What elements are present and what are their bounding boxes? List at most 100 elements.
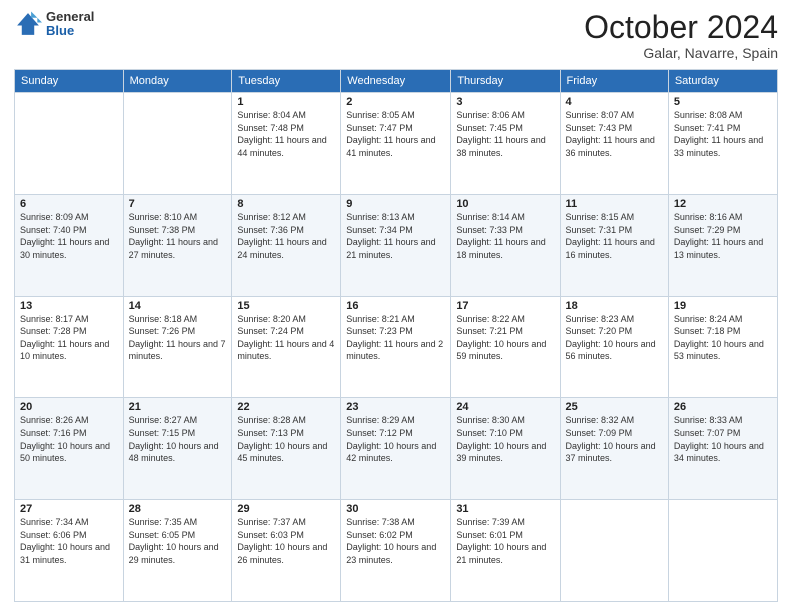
day-number: 5 bbox=[674, 96, 772, 108]
calendar-cell: 23Sunrise: 8:29 AM Sunset: 7:12 PM Dayli… bbox=[341, 398, 451, 500]
calendar-cell: 29Sunrise: 7:37 AM Sunset: 6:03 PM Dayli… bbox=[232, 500, 341, 602]
calendar-week-row: 27Sunrise: 7:34 AM Sunset: 6:06 PM Dayli… bbox=[15, 500, 778, 602]
day-info: Sunrise: 8:12 AM Sunset: 7:36 PM Dayligh… bbox=[237, 211, 335, 261]
day-info: Sunrise: 8:16 AM Sunset: 7:29 PM Dayligh… bbox=[674, 211, 772, 261]
col-sunday: Sunday bbox=[15, 70, 124, 93]
day-number: 11 bbox=[566, 198, 663, 210]
calendar-cell bbox=[560, 500, 668, 602]
day-number: 24 bbox=[456, 401, 554, 413]
calendar-cell: 14Sunrise: 8:18 AM Sunset: 7:26 PM Dayli… bbox=[123, 296, 232, 398]
day-info: Sunrise: 8:06 AM Sunset: 7:45 PM Dayligh… bbox=[456, 109, 554, 159]
day-number: 21 bbox=[129, 401, 227, 413]
day-info: Sunrise: 8:09 AM Sunset: 7:40 PM Dayligh… bbox=[20, 211, 118, 261]
calendar-header-row: Sunday Monday Tuesday Wednesday Thursday… bbox=[15, 70, 778, 93]
logo-blue-text: Blue bbox=[46, 24, 94, 38]
calendar-cell: 13Sunrise: 8:17 AM Sunset: 7:28 PM Dayli… bbox=[15, 296, 124, 398]
day-info: Sunrise: 8:29 AM Sunset: 7:12 PM Dayligh… bbox=[346, 414, 445, 464]
day-number: 29 bbox=[237, 503, 335, 515]
day-number: 4 bbox=[566, 96, 663, 108]
logo: General Blue bbox=[14, 10, 94, 39]
calendar-cell: 16Sunrise: 8:21 AM Sunset: 7:23 PM Dayli… bbox=[341, 296, 451, 398]
calendar-cell bbox=[15, 93, 124, 195]
day-number: 16 bbox=[346, 300, 445, 312]
logo-text: General Blue bbox=[46, 10, 94, 39]
calendar-week-row: 13Sunrise: 8:17 AM Sunset: 7:28 PM Dayli… bbox=[15, 296, 778, 398]
day-number: 31 bbox=[456, 503, 554, 515]
logo-general-text: General bbox=[46, 10, 94, 24]
day-info: Sunrise: 7:37 AM Sunset: 6:03 PM Dayligh… bbox=[237, 516, 335, 566]
col-tuesday: Tuesday bbox=[232, 70, 341, 93]
day-number: 15 bbox=[237, 300, 335, 312]
day-info: Sunrise: 8:18 AM Sunset: 7:26 PM Dayligh… bbox=[129, 313, 227, 363]
calendar-cell: 6Sunrise: 8:09 AM Sunset: 7:40 PM Daylig… bbox=[15, 194, 124, 296]
day-number: 2 bbox=[346, 96, 445, 108]
calendar-cell: 7Sunrise: 8:10 AM Sunset: 7:38 PM Daylig… bbox=[123, 194, 232, 296]
day-number: 30 bbox=[346, 503, 445, 515]
day-info: Sunrise: 8:33 AM Sunset: 7:07 PM Dayligh… bbox=[674, 414, 772, 464]
day-number: 26 bbox=[674, 401, 772, 413]
calendar-cell: 9Sunrise: 8:13 AM Sunset: 7:34 PM Daylig… bbox=[341, 194, 451, 296]
day-info: Sunrise: 8:21 AM Sunset: 7:23 PM Dayligh… bbox=[346, 313, 445, 363]
day-info: Sunrise: 7:35 AM Sunset: 6:05 PM Dayligh… bbox=[129, 516, 227, 566]
calendar-cell: 17Sunrise: 8:22 AM Sunset: 7:21 PM Dayli… bbox=[451, 296, 560, 398]
calendar-cell: 19Sunrise: 8:24 AM Sunset: 7:18 PM Dayli… bbox=[668, 296, 777, 398]
calendar-cell: 1Sunrise: 8:04 AM Sunset: 7:48 PM Daylig… bbox=[232, 93, 341, 195]
calendar: Sunday Monday Tuesday Wednesday Thursday… bbox=[14, 69, 778, 602]
day-info: Sunrise: 7:34 AM Sunset: 6:06 PM Dayligh… bbox=[20, 516, 118, 566]
calendar-week-row: 6Sunrise: 8:09 AM Sunset: 7:40 PM Daylig… bbox=[15, 194, 778, 296]
day-number: 22 bbox=[237, 401, 335, 413]
day-number: 27 bbox=[20, 503, 118, 515]
day-number: 6 bbox=[20, 198, 118, 210]
day-number: 17 bbox=[456, 300, 554, 312]
day-info: Sunrise: 7:39 AM Sunset: 6:01 PM Dayligh… bbox=[456, 516, 554, 566]
day-info: Sunrise: 8:10 AM Sunset: 7:38 PM Dayligh… bbox=[129, 211, 227, 261]
calendar-cell: 15Sunrise: 8:20 AM Sunset: 7:24 PM Dayli… bbox=[232, 296, 341, 398]
day-number: 28 bbox=[129, 503, 227, 515]
calendar-week-row: 20Sunrise: 8:26 AM Sunset: 7:16 PM Dayli… bbox=[15, 398, 778, 500]
col-monday: Monday bbox=[123, 70, 232, 93]
title-block: October 2024 Galar, Navarre, Spain bbox=[584, 10, 778, 61]
calendar-cell: 20Sunrise: 8:26 AM Sunset: 7:16 PM Dayli… bbox=[15, 398, 124, 500]
month-title: October 2024 bbox=[584, 10, 778, 45]
calendar-cell: 8Sunrise: 8:12 AM Sunset: 7:36 PM Daylig… bbox=[232, 194, 341, 296]
day-number: 9 bbox=[346, 198, 445, 210]
day-info: Sunrise: 8:23 AM Sunset: 7:20 PM Dayligh… bbox=[566, 313, 663, 363]
day-info: Sunrise: 8:14 AM Sunset: 7:33 PM Dayligh… bbox=[456, 211, 554, 261]
day-number: 20 bbox=[20, 401, 118, 413]
day-number: 13 bbox=[20, 300, 118, 312]
calendar-cell: 27Sunrise: 7:34 AM Sunset: 6:06 PM Dayli… bbox=[15, 500, 124, 602]
day-number: 14 bbox=[129, 300, 227, 312]
calendar-cell: 28Sunrise: 7:35 AM Sunset: 6:05 PM Dayli… bbox=[123, 500, 232, 602]
calendar-cell bbox=[668, 500, 777, 602]
day-number: 8 bbox=[237, 198, 335, 210]
day-info: Sunrise: 8:05 AM Sunset: 7:47 PM Dayligh… bbox=[346, 109, 445, 159]
logo-icon bbox=[14, 10, 42, 38]
day-number: 25 bbox=[566, 401, 663, 413]
day-info: Sunrise: 8:20 AM Sunset: 7:24 PM Dayligh… bbox=[237, 313, 335, 363]
calendar-cell: 30Sunrise: 7:38 AM Sunset: 6:02 PM Dayli… bbox=[341, 500, 451, 602]
day-info: Sunrise: 8:28 AM Sunset: 7:13 PM Dayligh… bbox=[237, 414, 335, 464]
day-number: 23 bbox=[346, 401, 445, 413]
calendar-cell: 18Sunrise: 8:23 AM Sunset: 7:20 PM Dayli… bbox=[560, 296, 668, 398]
col-friday: Friday bbox=[560, 70, 668, 93]
day-number: 19 bbox=[674, 300, 772, 312]
calendar-cell: 3Sunrise: 8:06 AM Sunset: 7:45 PM Daylig… bbox=[451, 93, 560, 195]
calendar-cell: 11Sunrise: 8:15 AM Sunset: 7:31 PM Dayli… bbox=[560, 194, 668, 296]
day-number: 3 bbox=[456, 96, 554, 108]
day-info: Sunrise: 8:13 AM Sunset: 7:34 PM Dayligh… bbox=[346, 211, 445, 261]
col-wednesday: Wednesday bbox=[341, 70, 451, 93]
calendar-week-row: 1Sunrise: 8:04 AM Sunset: 7:48 PM Daylig… bbox=[15, 93, 778, 195]
calendar-cell: 2Sunrise: 8:05 AM Sunset: 7:47 PM Daylig… bbox=[341, 93, 451, 195]
day-info: Sunrise: 8:08 AM Sunset: 7:41 PM Dayligh… bbox=[674, 109, 772, 159]
day-number: 12 bbox=[674, 198, 772, 210]
calendar-cell bbox=[123, 93, 232, 195]
calendar-cell: 10Sunrise: 8:14 AM Sunset: 7:33 PM Dayli… bbox=[451, 194, 560, 296]
day-info: Sunrise: 8:27 AM Sunset: 7:15 PM Dayligh… bbox=[129, 414, 227, 464]
col-thursday: Thursday bbox=[451, 70, 560, 93]
day-info: Sunrise: 8:07 AM Sunset: 7:43 PM Dayligh… bbox=[566, 109, 663, 159]
day-number: 1 bbox=[237, 96, 335, 108]
day-info: Sunrise: 8:26 AM Sunset: 7:16 PM Dayligh… bbox=[20, 414, 118, 464]
calendar-cell: 31Sunrise: 7:39 AM Sunset: 6:01 PM Dayli… bbox=[451, 500, 560, 602]
day-info: Sunrise: 8:22 AM Sunset: 7:21 PM Dayligh… bbox=[456, 313, 554, 363]
day-info: Sunrise: 8:30 AM Sunset: 7:10 PM Dayligh… bbox=[456, 414, 554, 464]
